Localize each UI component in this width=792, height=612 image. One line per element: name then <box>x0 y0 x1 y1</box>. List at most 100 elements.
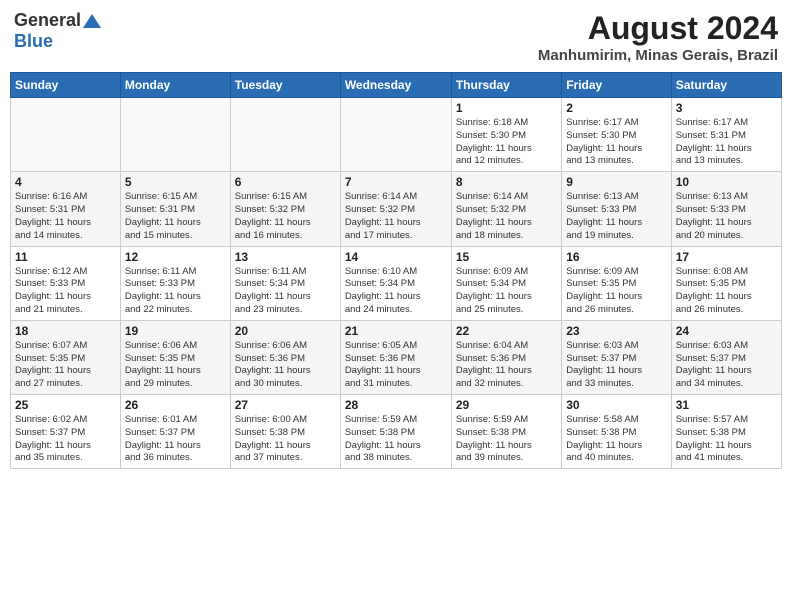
calendar-week-row: 25 Sunrise: 6:02 AM Sunset: 5:37 PM Dayli… <box>11 395 782 469</box>
calendar-week-row: 11 Sunrise: 6:12 AM Sunset: 5:33 PM Dayli… <box>11 246 782 320</box>
day-info: Sunrise: 6:10 AM Sunset: 5:34 PM Dayligh… <box>345 266 447 317</box>
day-info: Sunrise: 6:17 AM Sunset: 5:31 PM Dayligh… <box>676 117 777 168</box>
day-number: 18 <box>15 324 116 338</box>
day-number: 9 <box>566 175 666 189</box>
calendar-cell: 22 Sunrise: 6:04 AM Sunset: 5:36 PM Dayli… <box>451 320 561 394</box>
day-number: 2 <box>566 101 666 115</box>
calendar-cell: 28Sunrise: 5:59 AM Sunset: 5:38 PM Dayli… <box>340 395 451 469</box>
calendar-cell: 17Sunrise: 6:08 AM Sunset: 5:35 PM Dayli… <box>671 246 781 320</box>
day-number: 27 <box>235 398 336 412</box>
day-number: 29 <box>456 398 557 412</box>
day-info: Sunrise: 5:58 AM Sunset: 5:38 PM Dayligh… <box>566 414 666 465</box>
calendar-cell <box>11 98 121 172</box>
weekday-header: Sunday <box>11 73 121 98</box>
day-number: 8 <box>456 175 557 189</box>
page-title: August 2024 <box>538 10 778 47</box>
calendar-cell: 8 Sunrise: 6:14 AM Sunset: 5:32 PM Daylig… <box>451 172 561 246</box>
day-info: Sunrise: 6:03 AM Sunset: 5:37 PM Dayligh… <box>676 340 777 391</box>
day-info: Sunrise: 6:15 AM Sunset: 5:32 PM Dayligh… <box>235 191 336 242</box>
day-number: 15 <box>456 250 557 264</box>
day-number: 1 <box>456 101 557 115</box>
day-info: Sunrise: 6:02 AM Sunset: 5:37 PM Dayligh… <box>15 414 116 465</box>
logo-icon <box>83 12 101 30</box>
day-info: Sunrise: 6:16 AM Sunset: 5:31 PM Dayligh… <box>15 191 116 242</box>
day-info: Sunrise: 6:18 AM Sunset: 5:30 PM Dayligh… <box>456 117 557 168</box>
day-info: Sunrise: 6:09 AM Sunset: 5:34 PM Dayligh… <box>456 266 557 317</box>
day-info: Sunrise: 6:09 AM Sunset: 5:35 PM Dayligh… <box>566 266 666 317</box>
day-number: 31 <box>676 398 777 412</box>
calendar-cell: 14Sunrise: 6:10 AM Sunset: 5:34 PM Dayli… <box>340 246 451 320</box>
day-info: Sunrise: 6:06 AM Sunset: 5:35 PM Dayligh… <box>125 340 226 391</box>
day-number: 12 <box>125 250 226 264</box>
day-number: 11 <box>15 250 116 264</box>
day-info: Sunrise: 6:14 AM Sunset: 5:32 PM Dayligh… <box>456 191 557 242</box>
calendar-week-row: 18 Sunrise: 6:07 AM Sunset: 5:35 PM Dayli… <box>11 320 782 394</box>
day-info: Sunrise: 6:03 AM Sunset: 5:37 PM Dayligh… <box>566 340 666 391</box>
day-number: 3 <box>676 101 777 115</box>
calendar-cell: 10Sunrise: 6:13 AM Sunset: 5:33 PM Dayli… <box>671 172 781 246</box>
calendar-cell: 19 Sunrise: 6:06 AM Sunset: 5:35 PM Dayli… <box>120 320 230 394</box>
calendar-cell: 30 Sunrise: 5:58 AM Sunset: 5:38 PM Dayli… <box>562 395 671 469</box>
day-info: Sunrise: 6:11 AM Sunset: 5:33 PM Dayligh… <box>125 266 226 317</box>
day-info: Sunrise: 6:14 AM Sunset: 5:32 PM Dayligh… <box>345 191 447 242</box>
weekday-header: Tuesday <box>230 73 340 98</box>
weekday-header: Saturday <box>671 73 781 98</box>
calendar-cell <box>120 98 230 172</box>
calendar-cell: 16Sunrise: 6:09 AM Sunset: 5:35 PM Dayli… <box>562 246 671 320</box>
calendar-cell: 29Sunrise: 5:59 AM Sunset: 5:38 PM Dayli… <box>451 395 561 469</box>
logo-general-text: General <box>14 10 81 31</box>
day-number: 30 <box>566 398 666 412</box>
day-number: 7 <box>345 175 447 189</box>
page-subtitle: Manhumirim, Minas Gerais, Brazil <box>538 47 778 64</box>
calendar-cell: 27 Sunrise: 6:00 AM Sunset: 5:38 PM Dayli… <box>230 395 340 469</box>
day-info: Sunrise: 6:04 AM Sunset: 5:36 PM Dayligh… <box>456 340 557 391</box>
day-number: 19 <box>125 324 226 338</box>
day-info: Sunrise: 5:57 AM Sunset: 5:38 PM Dayligh… <box>676 414 777 465</box>
page-header: General Blue August 2024 Manhumirim, Min… <box>10 10 782 64</box>
day-number: 25 <box>15 398 116 412</box>
day-info: Sunrise: 6:17 AM Sunset: 5:30 PM Dayligh… <box>566 117 666 168</box>
day-number: 23 <box>566 324 666 338</box>
calendar-cell <box>340 98 451 172</box>
calendar-cell: 6 Sunrise: 6:15 AM Sunset: 5:32 PM Daylig… <box>230 172 340 246</box>
day-number: 22 <box>456 324 557 338</box>
day-info: Sunrise: 6:00 AM Sunset: 5:38 PM Dayligh… <box>235 414 336 465</box>
day-number: 6 <box>235 175 336 189</box>
calendar-cell: 20Sunrise: 6:06 AM Sunset: 5:36 PM Dayli… <box>230 320 340 394</box>
calendar-cell <box>230 98 340 172</box>
calendar-cell: 3 Sunrise: 6:17 AM Sunset: 5:31 PM Daylig… <box>671 98 781 172</box>
weekday-header: Thursday <box>451 73 561 98</box>
day-info: Sunrise: 6:01 AM Sunset: 5:37 PM Dayligh… <box>125 414 226 465</box>
calendar-table: SundayMondayTuesdayWednesdayThursdayFrid… <box>10 72 782 469</box>
day-info: Sunrise: 5:59 AM Sunset: 5:38 PM Dayligh… <box>345 414 447 465</box>
calendar-week-row: 4 Sunrise: 6:16 AM Sunset: 5:31 PM Daylig… <box>11 172 782 246</box>
day-number: 5 <box>125 175 226 189</box>
calendar-cell: 15 Sunrise: 6:09 AM Sunset: 5:34 PM Dayli… <box>451 246 561 320</box>
day-info: Sunrise: 6:15 AM Sunset: 5:31 PM Dayligh… <box>125 191 226 242</box>
calendar-cell: 25 Sunrise: 6:02 AM Sunset: 5:37 PM Dayli… <box>11 395 121 469</box>
calendar-cell: 24Sunrise: 6:03 AM Sunset: 5:37 PM Dayli… <box>671 320 781 394</box>
calendar-header-row: SundayMondayTuesdayWednesdayThursdayFrid… <box>11 73 782 98</box>
calendar-cell: 5 Sunrise: 6:15 AM Sunset: 5:31 PM Daylig… <box>120 172 230 246</box>
logo: General Blue <box>14 10 101 52</box>
day-number: 13 <box>235 250 336 264</box>
calendar-cell: 13 Sunrise: 6:11 AM Sunset: 5:34 PM Dayli… <box>230 246 340 320</box>
day-info: Sunrise: 6:11 AM Sunset: 5:34 PM Dayligh… <box>235 266 336 317</box>
calendar-cell: 1 Sunrise: 6:18 AM Sunset: 5:30 PM Daylig… <box>451 98 561 172</box>
calendar-cell: 9Sunrise: 6:13 AM Sunset: 5:33 PM Daylig… <box>562 172 671 246</box>
calendar-cell: 4 Sunrise: 6:16 AM Sunset: 5:31 PM Daylig… <box>11 172 121 246</box>
logo-blue-text: Blue <box>14 31 53 51</box>
day-number: 17 <box>676 250 777 264</box>
day-info: Sunrise: 6:07 AM Sunset: 5:35 PM Dayligh… <box>15 340 116 391</box>
calendar-cell: 12 Sunrise: 6:11 AM Sunset: 5:33 PM Dayli… <box>120 246 230 320</box>
day-number: 4 <box>15 175 116 189</box>
calendar-cell: 18 Sunrise: 6:07 AM Sunset: 5:35 PM Dayli… <box>11 320 121 394</box>
day-info: Sunrise: 6:12 AM Sunset: 5:33 PM Dayligh… <box>15 266 116 317</box>
calendar-cell: 2 Sunrise: 6:17 AM Sunset: 5:30 PM Daylig… <box>562 98 671 172</box>
weekday-header: Wednesday <box>340 73 451 98</box>
day-info: Sunrise: 6:13 AM Sunset: 5:33 PM Dayligh… <box>676 191 777 242</box>
calendar-cell: 7 Sunrise: 6:14 AM Sunset: 5:32 PM Daylig… <box>340 172 451 246</box>
day-info: Sunrise: 6:05 AM Sunset: 5:36 PM Dayligh… <box>345 340 447 391</box>
calendar-cell: 31 Sunrise: 5:57 AM Sunset: 5:38 PM Dayli… <box>671 395 781 469</box>
day-info: Sunrise: 6:06 AM Sunset: 5:36 PM Dayligh… <box>235 340 336 391</box>
